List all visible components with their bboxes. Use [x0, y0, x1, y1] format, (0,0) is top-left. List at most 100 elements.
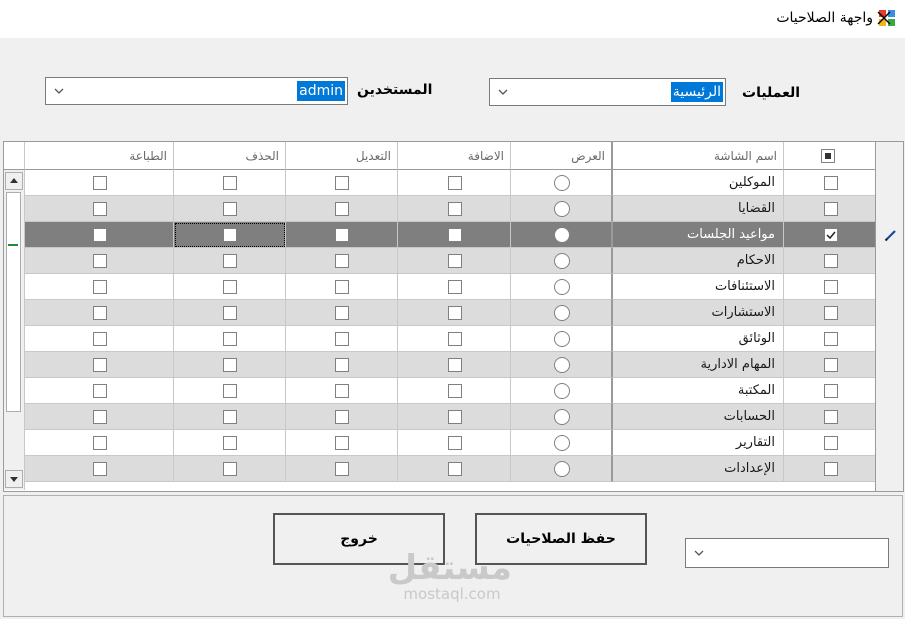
print-checkbox[interactable] [93, 332, 107, 346]
edit-checkbox[interactable] [335, 254, 349, 268]
print-checkbox[interactable] [93, 176, 107, 190]
print-checkbox[interactable] [93, 384, 107, 398]
close-button[interactable] [872, 6, 896, 30]
edit-checkbox[interactable] [335, 306, 349, 320]
view-radio[interactable] [554, 305, 570, 321]
row-select-checkbox[interactable] [824, 410, 838, 424]
view-radio[interactable] [554, 383, 570, 399]
print-checkbox[interactable] [93, 254, 107, 268]
row-select-checkbox[interactable] [824, 332, 838, 346]
row-select-checkbox[interactable] [824, 254, 838, 268]
print-checkbox[interactable] [93, 436, 107, 450]
edit-checkbox[interactable] [335, 358, 349, 372]
view-radio[interactable] [554, 201, 570, 217]
header-edit[interactable]: التعديل [286, 142, 398, 170]
print-checkbox[interactable] [93, 202, 107, 216]
print-checkbox[interactable] [93, 228, 107, 242]
print-checkbox[interactable] [93, 280, 107, 294]
view-radio[interactable] [554, 409, 570, 425]
add-checkbox[interactable] [448, 306, 462, 320]
table-row[interactable]: القضايا [4, 196, 875, 222]
add-checkbox[interactable] [448, 384, 462, 398]
delete-checkbox[interactable] [223, 384, 237, 398]
table-row[interactable]: الحسابات [4, 404, 875, 430]
scroll-down-button[interactable] [5, 470, 23, 488]
row-select-checkbox[interactable] [824, 436, 838, 450]
table-row[interactable]: الإعدادات [4, 456, 875, 482]
add-checkbox[interactable] [448, 254, 462, 268]
view-radio[interactable] [554, 357, 570, 373]
header-delete[interactable]: الحذف [174, 142, 286, 170]
row-select-checkbox[interactable] [824, 202, 838, 216]
header-view[interactable]: العرض [511, 142, 613, 170]
add-checkbox[interactable] [448, 410, 462, 424]
delete-checkbox[interactable] [223, 306, 237, 320]
operations-combo[interactable]: الرئيسية [489, 78, 726, 106]
view-radio[interactable] [554, 435, 570, 451]
add-checkbox[interactable] [448, 358, 462, 372]
edit-checkbox[interactable] [335, 228, 349, 242]
table-row[interactable]: المهام الادارية [4, 352, 875, 378]
print-checkbox[interactable] [93, 462, 107, 476]
table-row[interactable]: الوثائق [4, 326, 875, 352]
view-radio[interactable] [554, 331, 570, 347]
table-row[interactable]: الاستئنافات [4, 274, 875, 300]
delete-checkbox[interactable] [223, 332, 237, 346]
row-select-checkbox[interactable] [824, 358, 838, 372]
edit-checkbox[interactable] [335, 332, 349, 346]
users-combo[interactable]: admin [45, 77, 348, 105]
scroll-thumb[interactable] [6, 192, 21, 412]
edit-checkbox[interactable] [335, 436, 349, 450]
delete-checkbox[interactable] [223, 436, 237, 450]
add-checkbox[interactable] [448, 280, 462, 294]
edit-checkbox[interactable] [335, 280, 349, 294]
print-checkbox[interactable] [93, 358, 107, 372]
row-select-checkbox[interactable] [824, 462, 838, 476]
header-print[interactable]: الطباعة [25, 142, 174, 170]
table-row[interactable]: الموكلين [4, 170, 875, 196]
edit-checkbox[interactable] [335, 462, 349, 476]
row-select-checkbox[interactable] [824, 176, 838, 190]
add-checkbox[interactable] [448, 436, 462, 450]
edit-checkbox[interactable] [335, 384, 349, 398]
row-select-checkbox[interactable] [824, 306, 838, 320]
header-screen-name[interactable]: اسم الشاشة [613, 142, 784, 170]
view-radio[interactable] [554, 279, 570, 295]
header-select-all[interactable] [784, 142, 875, 170]
delete-checkbox[interactable] [223, 228, 237, 242]
select-all-checkbox[interactable] [821, 149, 835, 163]
view-radio[interactable] [554, 461, 570, 477]
print-checkbox[interactable] [93, 410, 107, 424]
add-checkbox[interactable] [448, 332, 462, 346]
delete-checkbox[interactable] [223, 280, 237, 294]
edit-checkbox[interactable] [335, 410, 349, 424]
row-select-checkbox[interactable] [824, 280, 838, 294]
add-checkbox[interactable] [448, 202, 462, 216]
view-radio[interactable] [554, 253, 570, 269]
delete-checkbox[interactable] [223, 462, 237, 476]
add-checkbox[interactable] [448, 228, 462, 242]
delete-checkbox[interactable] [223, 176, 237, 190]
row-select-checkbox[interactable] [824, 384, 838, 398]
delete-checkbox[interactable] [223, 254, 237, 268]
table-row[interactable]: مواعيد الجلسات [4, 222, 875, 248]
bottom-combo[interactable] [685, 538, 889, 568]
header-add[interactable]: الاضافة [398, 142, 511, 170]
view-radio[interactable] [554, 227, 570, 243]
row-select-checkbox[interactable] [824, 228, 838, 242]
scroll-up-button[interactable] [5, 172, 23, 190]
delete-checkbox[interactable] [223, 202, 237, 216]
edit-checkbox[interactable] [335, 202, 349, 216]
vertical-scrollbar[interactable] [4, 170, 25, 490]
view-radio[interactable] [554, 175, 570, 191]
table-row[interactable]: المكتبة [4, 378, 875, 404]
delete-checkbox[interactable] [223, 410, 237, 424]
add-checkbox[interactable] [448, 176, 462, 190]
table-row[interactable]: التقارير [4, 430, 875, 456]
print-checkbox[interactable] [93, 306, 107, 320]
add-checkbox[interactable] [448, 462, 462, 476]
delete-checkbox[interactable] [223, 358, 237, 372]
table-row[interactable]: الاستشارات [4, 300, 875, 326]
edit-checkbox[interactable] [335, 176, 349, 190]
table-row[interactable]: الاحكام [4, 248, 875, 274]
